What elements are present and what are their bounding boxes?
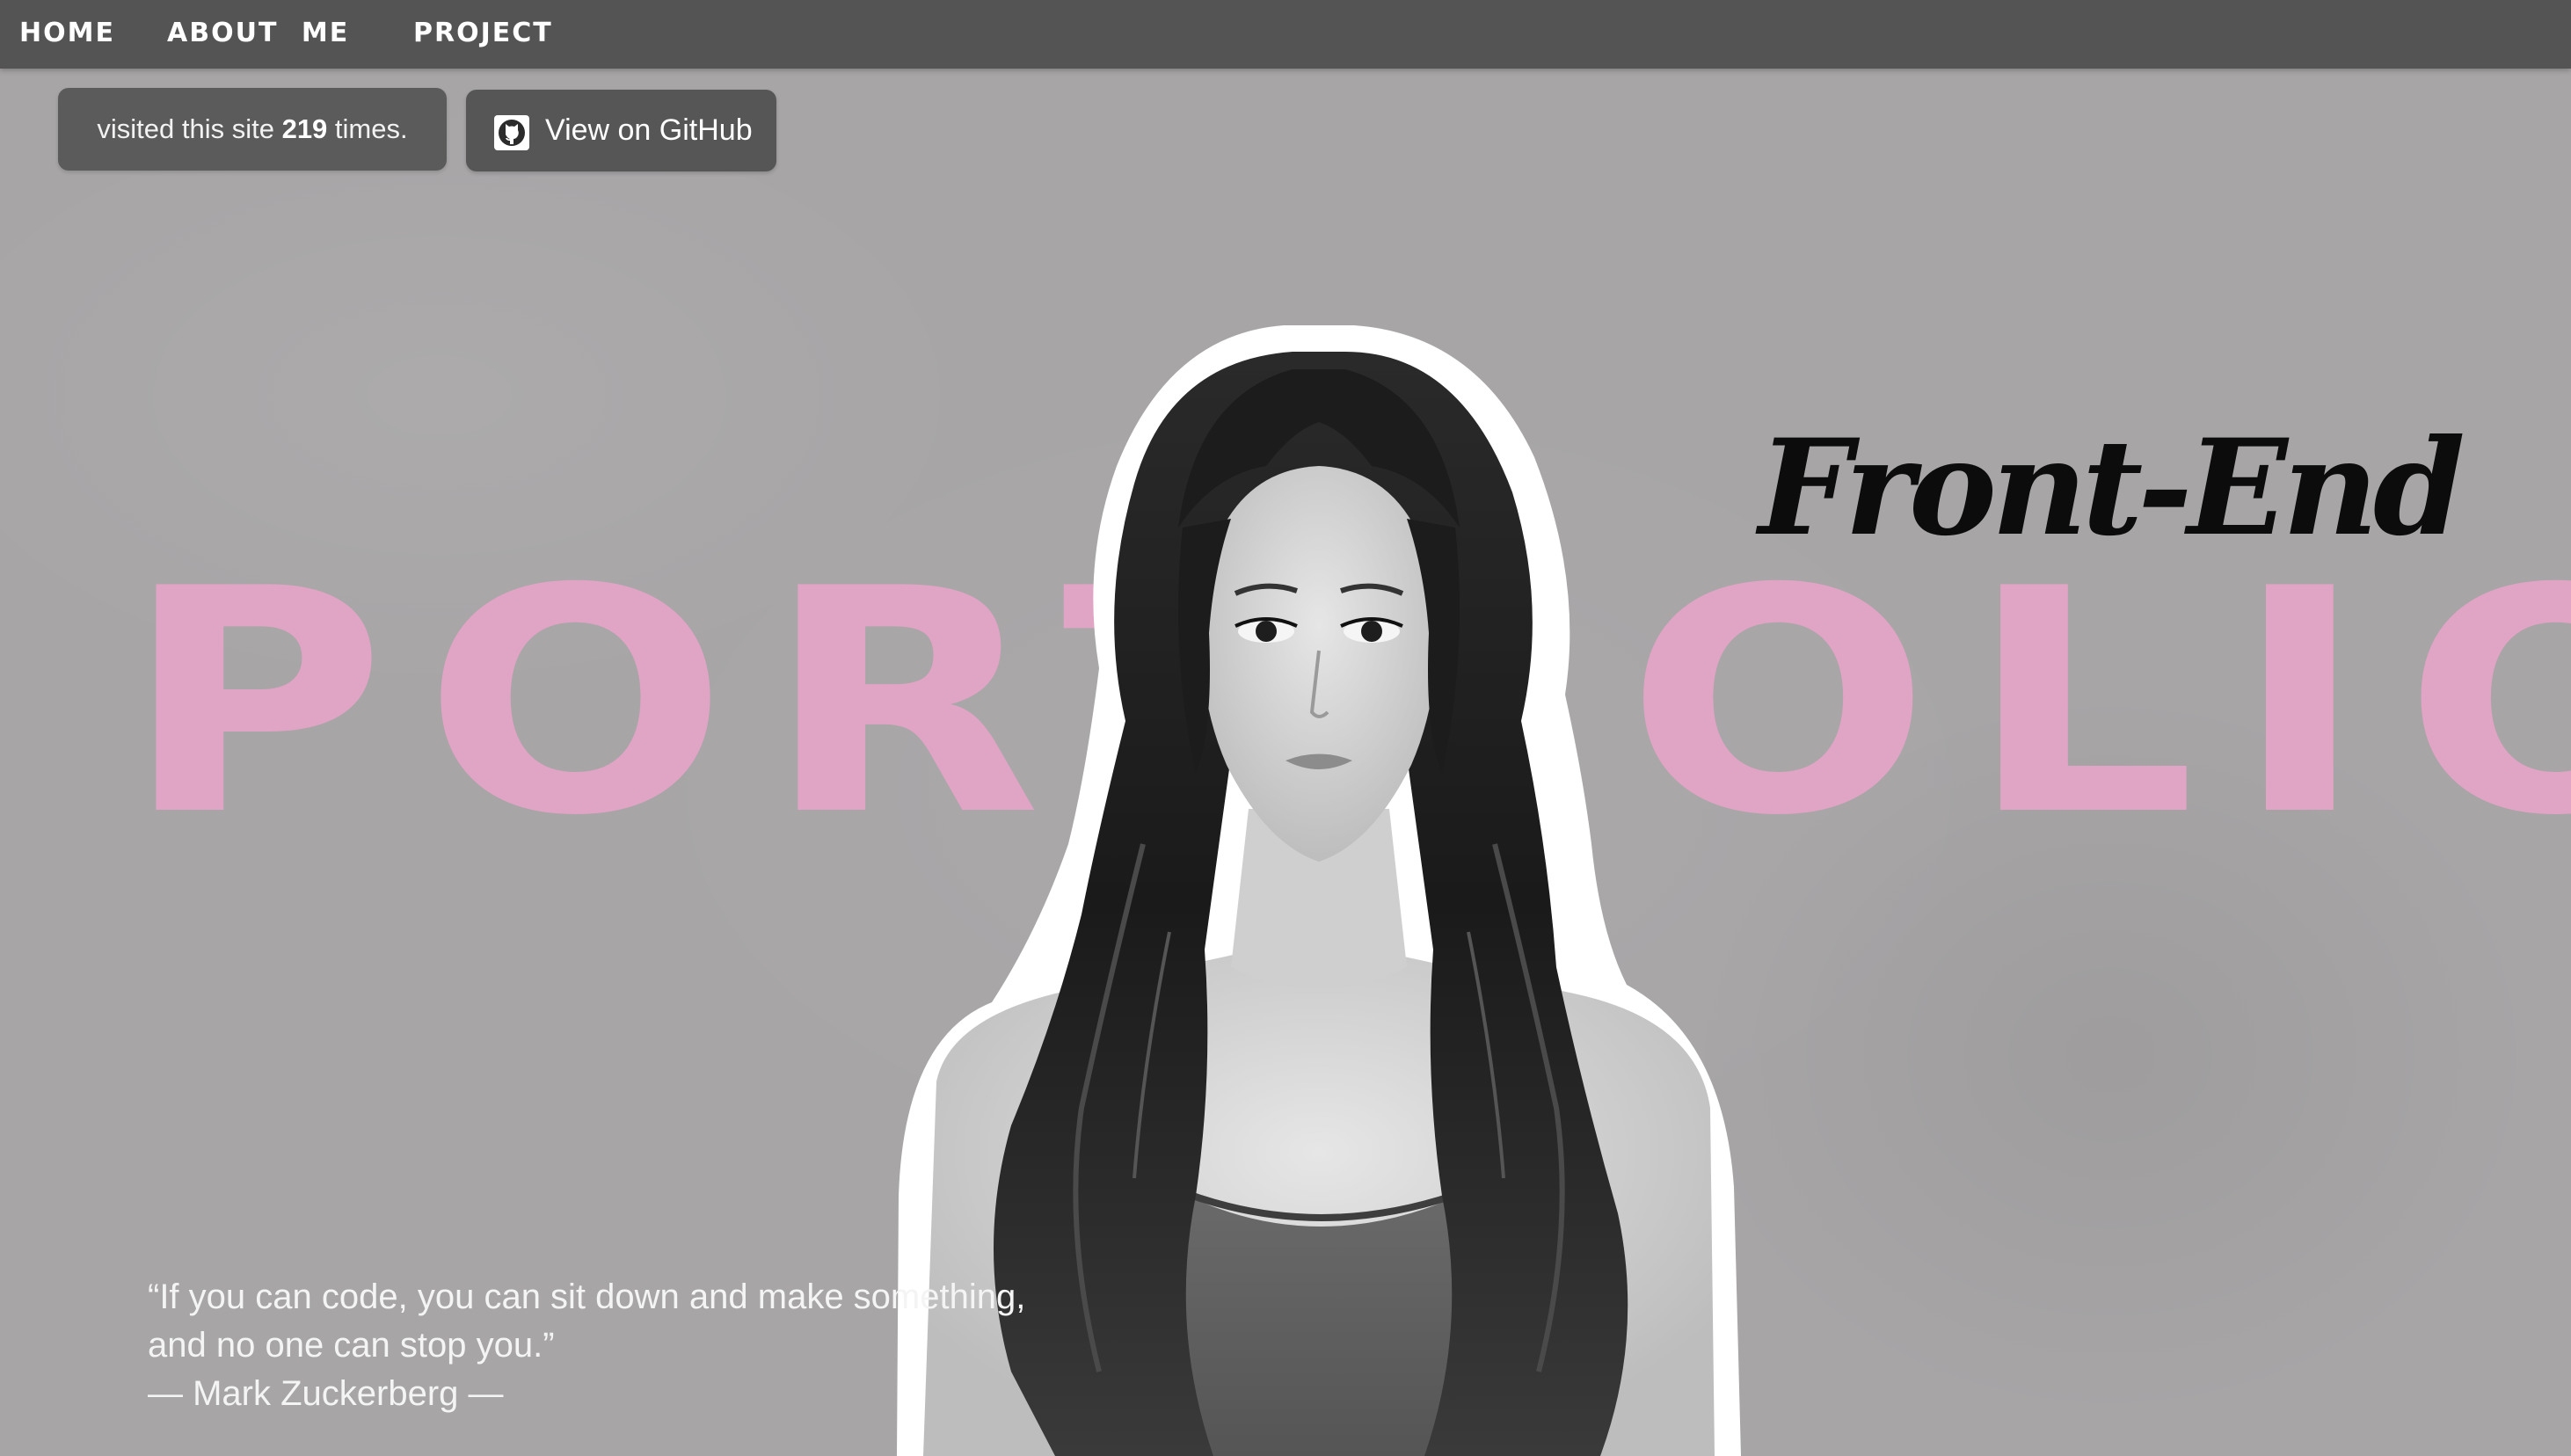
quote-author: — Mark Zuckerberg — xyxy=(148,1374,504,1413)
visit-counter-badge: visited this site 219 times. xyxy=(58,88,447,171)
quote-line-1: “If you can code, you can sit down and m… xyxy=(148,1278,1026,1316)
quote-block: “If you can code, you can sit down and m… xyxy=(148,1273,1203,1418)
quote-line-2: and no one can stop you.” xyxy=(148,1326,555,1365)
visit-counter-suffix: times. xyxy=(327,113,408,144)
top-navbar: HOME ABOUT ME PROJECT xyxy=(0,0,2571,69)
visit-count-value: 219 xyxy=(281,113,328,144)
github-button-label: View on GitHub xyxy=(545,113,753,147)
view-on-github-button[interactable]: View on GitHub xyxy=(466,90,776,171)
front-end-subtitle: Front-End xyxy=(1759,411,2465,565)
nav-about-me-link[interactable]: ABOUT ME xyxy=(167,16,349,51)
github-icon xyxy=(494,115,529,150)
nav-home-link[interactable]: HOME xyxy=(19,16,115,51)
hero-section: HOME ABOUT ME PROJECT visited this site … xyxy=(0,0,2571,1456)
visit-counter-prefix: visited this site xyxy=(97,113,282,144)
nav-project-link[interactable]: PROJECT xyxy=(413,16,553,51)
